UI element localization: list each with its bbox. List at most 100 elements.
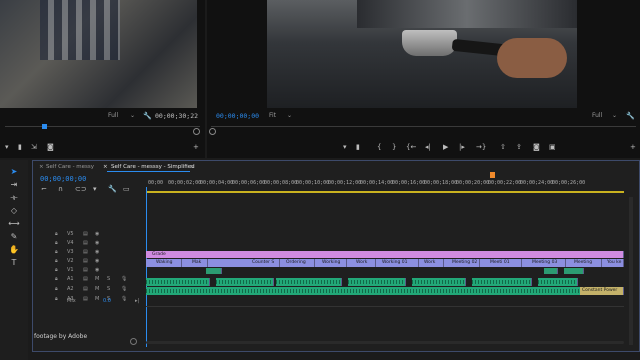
lock-icon[interactable]: 🔒︎ [55, 231, 58, 237]
video-clip[interactable]: You ke [602, 259, 624, 267]
video-clip[interactable]: Counter S [208, 259, 280, 267]
video-clip[interactable]: Working [315, 259, 347, 267]
source-scrubber[interactable] [5, 126, 200, 127]
chevron-down-icon[interactable]: ⌄ [612, 112, 617, 119]
horizontal-scrollbar[interactable] [146, 341, 624, 344]
linked-selection-icon[interactable]: ⊂⊃ [75, 185, 87, 193]
audio-clip[interactable] [146, 278, 210, 286]
program-zoom-handle[interactable] [209, 128, 216, 135]
mark-out-bracket-icon[interactable]: } [392, 143, 396, 151]
video-clip[interactable]: Meeting 02 [444, 259, 480, 267]
add-marker-icon[interactable]: ▾ [93, 185, 97, 193]
sync-icon[interactable]: ▤ [83, 231, 88, 237]
insert-overwrite-icon[interactable]: ⌐ [41, 185, 47, 193]
video-clip[interactable]: Work [347, 259, 376, 267]
audio-clip[interactable] [348, 278, 406, 286]
mark-in-icon[interactable]: ▾ [343, 143, 347, 151]
adjustment-clip[interactable]: Grade [146, 251, 624, 258]
work-area-bar[interactable] [146, 191, 624, 193]
audio-clip[interactable] [544, 268, 558, 274]
razor-tool-icon[interactable]: ◇ [8, 206, 20, 216]
sync-icon[interactable]: ▤ [83, 249, 88, 255]
video-clip[interactable]: Waking [146, 259, 182, 267]
close-icon[interactable]: × [39, 162, 44, 172]
eye-icon[interactable]: ◉ [95, 240, 99, 246]
audio-transition[interactable]: Constant Power [580, 287, 624, 295]
source-zoom-select[interactable]: Full [108, 112, 118, 119]
video-clip[interactable]: Ordering [280, 259, 315, 267]
eye-icon[interactable]: ◉ [95, 258, 99, 264]
track-divider [146, 306, 624, 307]
wrench-icon[interactable]: 🔧 [626, 112, 635, 120]
video-clip[interactable]: Meeting 03 [522, 259, 566, 267]
lock-icon[interactable]: 🔒︎ [55, 240, 58, 246]
add-marker-icon[interactable]: ▮ [356, 143, 360, 151]
wrench-icon[interactable]: 🔧 [143, 112, 152, 120]
audio-clip[interactable] [472, 278, 532, 286]
source-playhead[interactable] [42, 124, 47, 129]
sync-icon[interactable]: ▤ [83, 240, 88, 246]
eye-icon[interactable]: ◉ [95, 231, 99, 237]
zoom-handle[interactable] [130, 338, 137, 345]
step-forward-icon[interactable]: |▸ [459, 143, 465, 151]
lift-icon[interactable]: ⇧ [500, 143, 506, 151]
mix-value[interactable]: 0.0 [103, 298, 111, 304]
program-zoom-select[interactable]: Full [592, 112, 602, 119]
audio-clip-music[interactable] [146, 287, 624, 295]
sync-icon[interactable]: ▤ [83, 258, 88, 264]
add-button-icon[interactable]: + [193, 143, 199, 151]
source-zoom-handle[interactable] [193, 128, 200, 135]
program-playhead-timecode[interactable]: 00;00;00;00 [216, 112, 259, 120]
ruler-tick-label: 00;00;18;00 [424, 180, 458, 186]
compare-icon[interactable]: ▣ [549, 143, 556, 151]
track-select-tool-icon[interactable]: ⇥ [8, 180, 20, 190]
audio-clip[interactable] [276, 278, 342, 286]
video-clip[interactable]: Working 01 [376, 259, 419, 267]
video-clip[interactable]: Meeti 01 [480, 259, 522, 267]
program-scrubber[interactable] [211, 126, 636, 127]
camera-icon[interactable]: ◙ [47, 143, 54, 151]
video-clip[interactable]: Mak [182, 259, 208, 267]
add-button-icon[interactable]: + [630, 143, 636, 151]
magnet-snap-icon[interactable]: ∩ [58, 185, 63, 193]
audio-clip[interactable] [538, 278, 578, 286]
video-clip[interactable]: Work [419, 259, 444, 267]
audio-clip[interactable] [412, 278, 466, 286]
panel-menu-icon[interactable]: ≡ [190, 162, 195, 172]
marker-icon[interactable] [490, 172, 495, 178]
audio-clip[interactable] [216, 278, 274, 286]
go-to-end-icon[interactable]: ▸| [135, 298, 139, 304]
go-to-out-icon[interactable]: →} [476, 143, 486, 151]
mark-in-icon[interactable]: ▾ [5, 143, 9, 151]
video-clip[interactable]: Meeting [566, 259, 602, 267]
audio-clip[interactable] [564, 268, 584, 274]
camera-icon[interactable]: ◙ [533, 143, 540, 151]
chevron-down-icon[interactable]: ⌄ [287, 112, 292, 119]
captions-icon[interactable]: ▭ [123, 185, 130, 193]
vertical-scrollbar[interactable] [629, 197, 633, 345]
selection-tool-icon[interactable]: ➤ [8, 167, 20, 177]
tab-self-care-messy[interactable]: Self Care - messy [46, 162, 94, 172]
wrench-icon[interactable]: 🔧 [108, 185, 117, 193]
step-back-icon[interactable]: ◂| [425, 143, 431, 151]
ripple-edit-tool-icon[interactable]: ⟛ [8, 193, 20, 203]
hand-tool-icon[interactable]: ✋ [8, 245, 20, 255]
insert-icon[interactable]: ⇲ [31, 143, 37, 151]
program-fit-select[interactable]: Fit [269, 112, 276, 119]
lock-icon[interactable]: 🔒︎ [55, 258, 58, 264]
mark-in-bracket-icon[interactable]: { [377, 143, 381, 151]
chevron-down-icon[interactable]: ⌄ [130, 112, 135, 119]
play-icon[interactable]: ▶ [443, 143, 448, 151]
time-ruler[interactable]: 00;00 00;00;02;00 00;00;04;00 00;00;06;0… [148, 178, 623, 192]
timeline-current-timecode[interactable]: 00;00;00;00 [40, 175, 86, 183]
type-tool-icon[interactable]: T [8, 258, 20, 268]
extract-icon[interactable]: ⇪ [516, 143, 522, 151]
eye-icon[interactable]: ◉ [95, 249, 99, 255]
go-to-in-icon[interactable]: {← [406, 143, 416, 151]
add-marker-icon[interactable]: ▮ [18, 143, 22, 151]
slip-tool-icon[interactable]: ⟷ [8, 219, 20, 229]
audio-clip[interactable] [206, 268, 222, 274]
pen-tool-icon[interactable]: ✎ [8, 232, 20, 242]
lane-a3: Constant Power [146, 287, 624, 296]
lock-icon[interactable]: 🔒︎ [55, 249, 58, 255]
